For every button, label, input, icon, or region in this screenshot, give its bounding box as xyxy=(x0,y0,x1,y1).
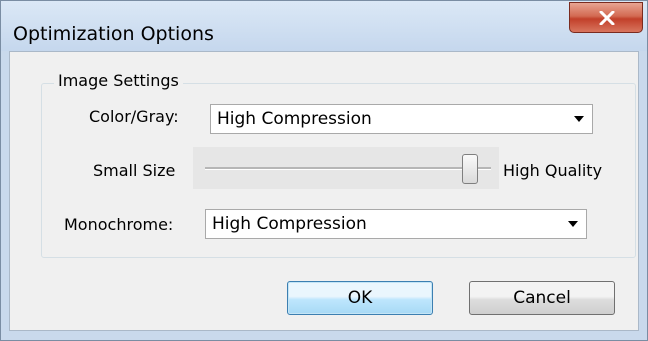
close-button[interactable] xyxy=(569,2,643,33)
color-gray-label: Color/Gray: xyxy=(89,107,179,126)
window-title: Optimization Options xyxy=(13,23,214,45)
slider-thumb[interactable] xyxy=(461,154,478,184)
slider-min-label: Small Size xyxy=(93,161,176,180)
monochrome-dropdown[interactable]: High Compression xyxy=(205,209,587,239)
cancel-button[interactable]: Cancel xyxy=(469,281,615,315)
close-icon xyxy=(599,11,615,25)
quality-slider[interactable] xyxy=(193,147,499,189)
dialog-window: Optimization Options Image Settings Colo… xyxy=(0,0,648,341)
monochrome-value: High Compression xyxy=(212,214,367,234)
title-bar[interactable]: Optimization Options xyxy=(1,1,647,51)
chevron-down-icon xyxy=(574,116,584,122)
slider-track xyxy=(205,167,491,170)
image-settings-label: Image Settings xyxy=(54,71,183,90)
monochrome-label: Monochrome: xyxy=(64,215,174,234)
color-gray-dropdown[interactable]: High Compression xyxy=(210,104,593,134)
chevron-down-icon xyxy=(568,221,578,227)
slider-max-label: High Quality xyxy=(503,161,603,180)
ok-button[interactable]: OK xyxy=(287,281,433,315)
color-gray-value: High Compression xyxy=(217,109,372,129)
